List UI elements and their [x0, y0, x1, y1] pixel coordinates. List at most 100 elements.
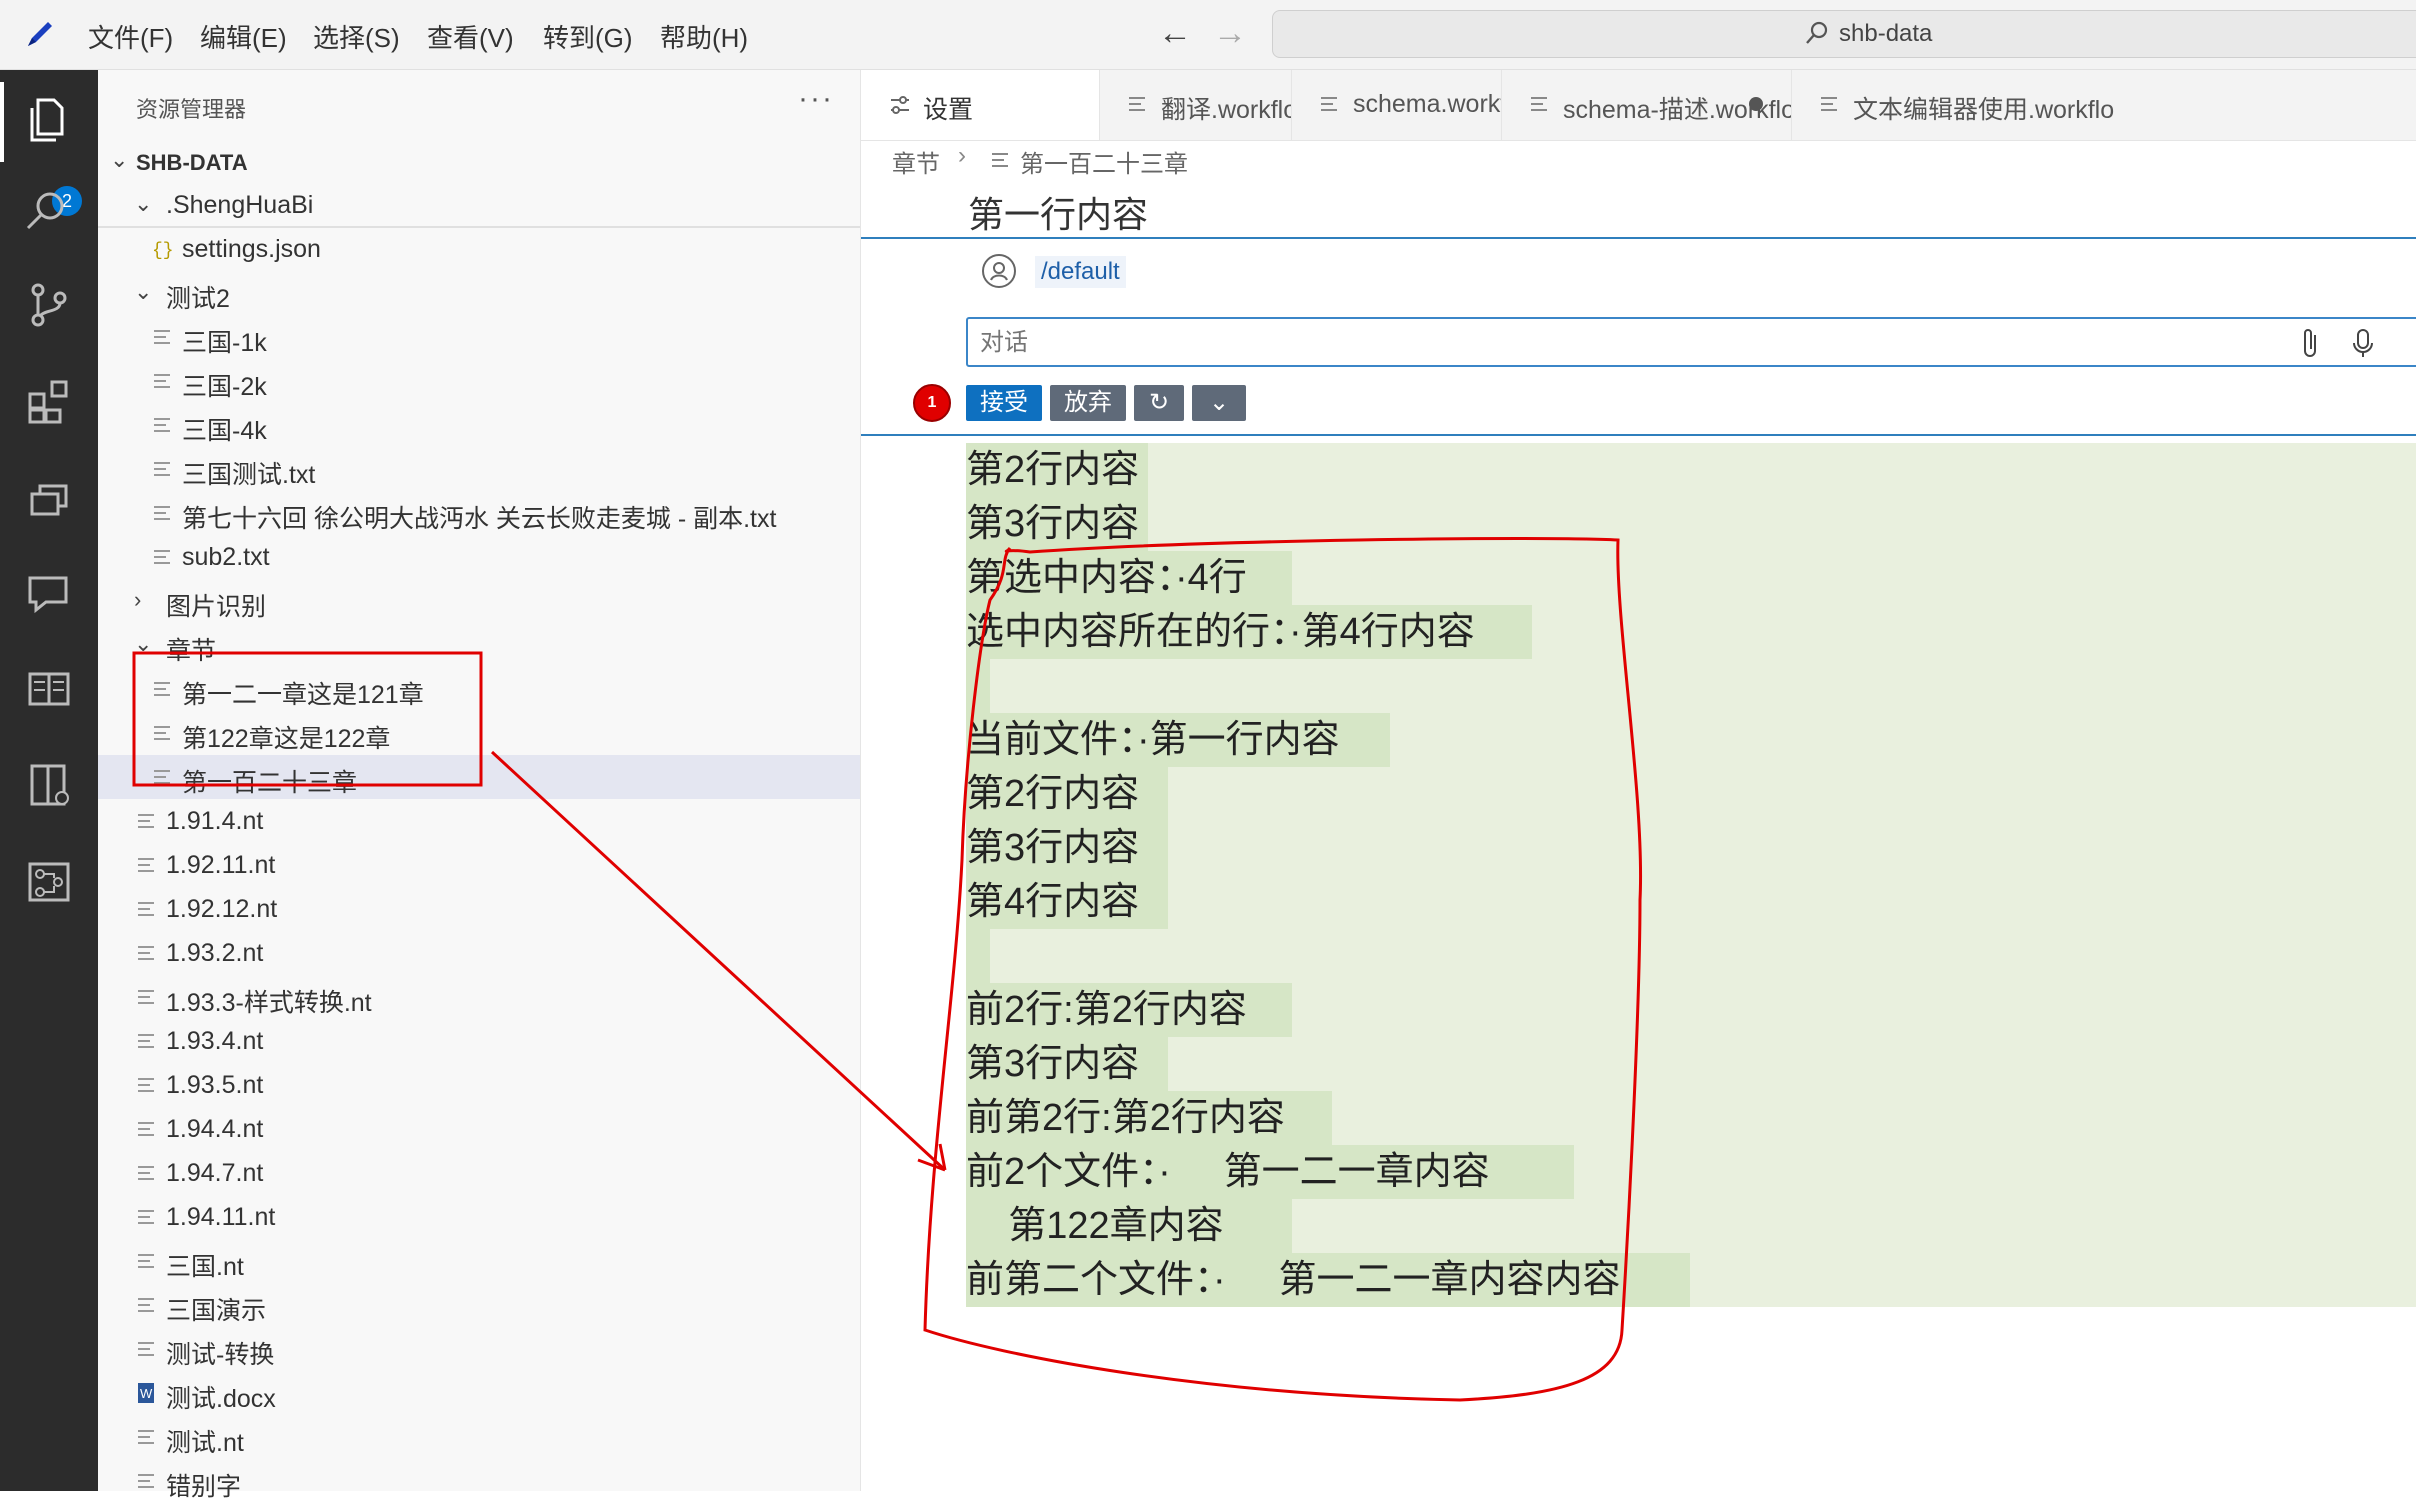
menu-help[interactable]: 帮助(H)	[660, 18, 748, 55]
back-arrow-icon[interactable]: ←	[1158, 14, 1192, 53]
diff-line[interactable]: 第4行内容	[966, 875, 1168, 929]
search-icon[interactable]	[18, 182, 76, 240]
tree-folder[interactable]: › 图片识别	[98, 579, 860, 623]
accept-button[interactable]: 接受	[966, 385, 1042, 421]
more-actions-icon[interactable]: ···	[798, 82, 834, 116]
diff-line[interactable]: 当前文件：·第一行内容	[966, 713, 1390, 767]
tree-file[interactable]: 1.92.12.nt	[98, 887, 860, 931]
tree-folder[interactable]: ⌄ 测试2	[98, 271, 860, 315]
chat-icon[interactable]	[20, 564, 78, 622]
tree-file[interactable]: 第122章这是122章	[98, 711, 860, 755]
tab-4[interactable]: 文本编辑器使用.workflo	[1791, 70, 2416, 140]
breadcrumb-folder[interactable]: 章节	[892, 144, 940, 179]
tree-item-label: sub2.txt	[182, 543, 270, 571]
diff-line[interactable]	[966, 929, 990, 983]
tree-file[interactable]: 第一百二十三章	[98, 755, 860, 799]
menu-file[interactable]: 文件(F)	[88, 18, 173, 55]
tree-item-label: 第一二一章这是121章	[182, 681, 424, 709]
tree-file[interactable]: 错别字	[98, 1459, 860, 1503]
tree-file[interactable]: 第一二一章这是121章	[98, 667, 860, 711]
attach-icon[interactable]	[2298, 327, 2324, 359]
refresh-icon[interactable]: ↻	[1134, 385, 1184, 421]
tree-file[interactable]: 1.94.11.nt	[98, 1195, 860, 1239]
menu-edit[interactable]: 编辑(E)	[200, 18, 287, 55]
editor-line-1[interactable]: 第一行内容	[968, 186, 1148, 238]
menu-goto[interactable]: 转到(G)	[543, 18, 633, 55]
diff-line[interactable]: 第2行内容	[966, 767, 1168, 821]
chevron-down-icon: ⌄	[134, 631, 153, 656]
file-icon	[138, 946, 154, 960]
tree-file[interactable]: 三国演示	[98, 1283, 860, 1327]
tree-file[interactable]: W 测试.docx	[98, 1371, 860, 1415]
tree-item-label: 三国测试.txt	[182, 461, 316, 489]
diff-line[interactable]: 第122章内容	[966, 1199, 1292, 1253]
diff-line[interactable]: 第3行内容	[966, 821, 1168, 875]
agent-path[interactable]: /default	[1035, 256, 1126, 288]
diff-line[interactable]: 第选中内容：·4行	[966, 551, 1292, 605]
diff-line[interactable]: 前2个文件：· 第一二一章内容	[966, 1145, 1574, 1199]
workspace-root[interactable]: ⌄ SHB-DATA	[98, 139, 860, 183]
unsaved-dot-icon[interactable]	[1749, 97, 1763, 111]
extensions-icon[interactable]	[20, 372, 78, 430]
menu-select[interactable]: 选择(S)	[313, 18, 400, 55]
tree-file[interactable]: 第七十六回 徐公明大战沔水 关云长败走麦城 - 副本.txt	[98, 491, 860, 535]
tab-3[interactable]: schema-描述.workflow	[1501, 70, 1792, 140]
diff-line[interactable]: 选中内容所在的行：·第4行内容	[966, 605, 1532, 659]
tree-file[interactable]: 1.92.11.nt	[98, 843, 860, 887]
chat-input-box[interactable]	[966, 317, 2416, 367]
tree-file[interactable]: 三国.nt	[98, 1239, 860, 1283]
tree-file[interactable]: 测试-转换	[98, 1327, 860, 1371]
tree-file[interactable]: 1.94.7.nt	[98, 1151, 860, 1195]
json-file-icon: {}	[152, 241, 172, 261]
source-control-icon[interactable]	[20, 276, 78, 334]
tree-file[interactable]: 1.93.3-样式转换.nt	[98, 975, 860, 1019]
remote-icon[interactable]	[20, 468, 78, 526]
search-icon	[1806, 21, 1828, 44]
diff-line[interactable]: 第2行内容	[966, 443, 1148, 497]
tree-folder[interactable]: ⌄ 章节	[98, 623, 860, 667]
chevron-right-icon: ›	[134, 587, 142, 612]
workflow-icon[interactable]	[20, 852, 78, 910]
tree-file[interactable]: 三国-4k	[98, 403, 860, 447]
tab-2[interactable]: schema.workflow	[1291, 70, 1502, 140]
svg-text:W: W	[140, 1386, 153, 1401]
inline-chat-bottom-border	[861, 434, 2416, 436]
explorer-sidebar: 资源管理器 ··· ⌄ SHB-DATA ⌄ .ShengHuaBi {} setti…	[98, 70, 861, 1501]
tree-file[interactable]: 1.91.4.nt	[98, 799, 860, 843]
tree-file[interactable]: {} settings.json	[98, 227, 860, 271]
microphone-icon[interactable]	[2350, 327, 2376, 359]
diff-line[interactable]: 第3行内容	[966, 497, 1148, 551]
chat-input[interactable]	[978, 325, 2282, 361]
tree-item-label: 章节	[166, 637, 217, 665]
breadcrumb-file[interactable]: 第一百二十三章	[1020, 144, 1188, 179]
discard-button[interactable]: 放弃	[1050, 385, 1126, 421]
diff-line[interactable]	[966, 659, 990, 713]
diff-line[interactable]: 前第2行:第2行内容	[966, 1091, 1332, 1145]
sticky-divider	[98, 226, 860, 228]
tree-file[interactable]: 1.93.2.nt	[98, 931, 860, 975]
tree-file[interactable]: 三国测试.txt	[98, 447, 860, 491]
chevron-down-icon[interactable]: ⌄	[1192, 385, 1246, 421]
tree-file[interactable]: 三国-1k	[98, 315, 860, 359]
tree-file[interactable]: sub2.txt	[98, 535, 860, 579]
book-icon[interactable]	[20, 660, 78, 718]
tree-file[interactable]: 测试.nt	[98, 1415, 860, 1459]
tree-file[interactable]: 1.94.4.nt	[98, 1107, 860, 1151]
menu-view[interactable]: 查看(V)	[427, 18, 514, 55]
panel-icon[interactable]	[20, 756, 78, 814]
workspace-root-label: SHB-DATA	[136, 150, 248, 175]
tree-file[interactable]: 1.93.4.nt	[98, 1019, 860, 1063]
files-icon[interactable]	[20, 90, 78, 148]
command-center-search[interactable]: shb-data	[1272, 10, 2416, 58]
tree-file[interactable]: 1.93.5.nt	[98, 1063, 860, 1107]
forward-arrow-icon[interactable]: →	[1213, 14, 1247, 53]
tree-file[interactable]: 三国-2k	[98, 359, 860, 403]
tab-1[interactable]: 翻译.workflow	[1099, 70, 1292, 140]
diff-line[interactable]: 前第二个文件：· 第一二一章内容内容	[966, 1253, 1690, 1307]
tab-0[interactable]: 设置	[861, 70, 1100, 140]
diff-line[interactable]: 前2行:第2行内容	[966, 983, 1292, 1037]
tree-folder[interactable]: ⌄ .ShengHuaBi	[98, 183, 860, 227]
diff-line[interactable]: 第3行内容	[966, 1037, 1168, 1091]
file-icon	[138, 1166, 154, 1180]
tree-item-label: 1.91.4.nt	[166, 807, 264, 835]
